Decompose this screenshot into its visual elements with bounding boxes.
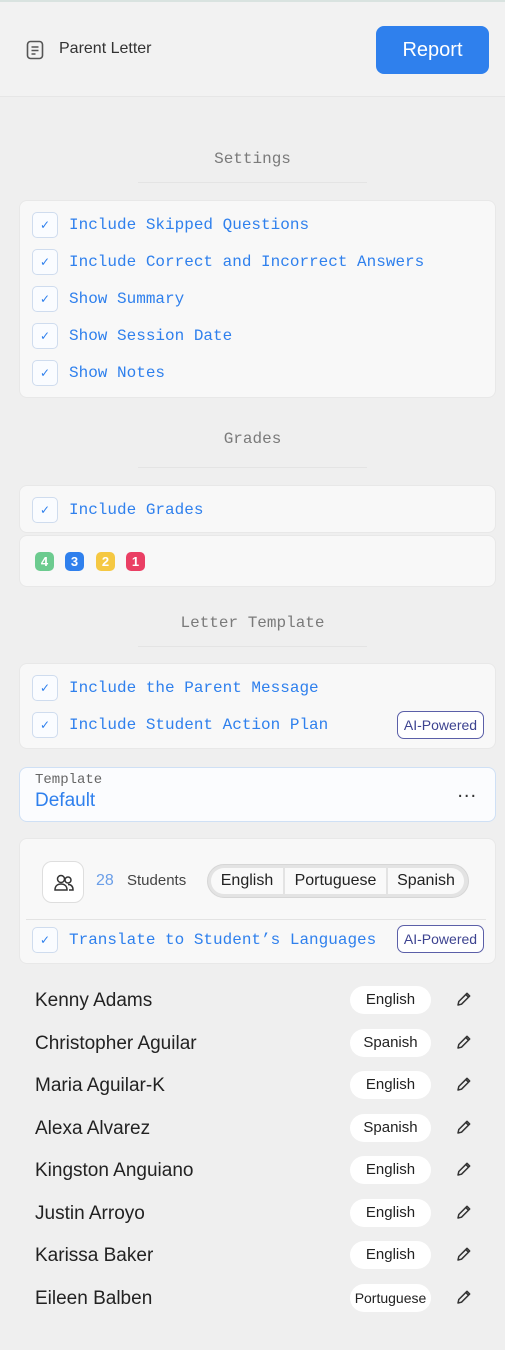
student-name: Eileen Balben [35,1288,153,1309]
student-row: Eileen Balben Portuguese [0,1280,505,1320]
checkbox-checked-icon[interactable]: ✓ [32,675,58,701]
template-select[interactable]: Template Default ... [19,767,496,822]
settings-divider [138,182,367,183]
student-name: Maria Aguilar-K [35,1075,165,1096]
student-row: Christopher Aguilar Spanish [0,1025,505,1065]
option-label: Include Correct and Incorrect Answers [69,253,425,271]
include-grades-card: ✓ Include Grades [19,485,496,533]
grade-chip-1[interactable]: 1 [126,552,145,571]
language-tab-spanish[interactable]: Spanish [388,868,464,894]
grade-chips-card: 4 3 2 1 [19,535,496,587]
grade-chip-3[interactable]: 3 [65,552,84,571]
option-label: Show Notes [69,364,166,382]
students-label: Students [127,872,187,889]
pencil-icon[interactable] [455,1160,473,1178]
student-language-pill[interactable]: English [350,1199,431,1227]
option-include-correct-incorrect[interactable]: ✓ Include Correct and Incorrect Answers [32,249,472,275]
checkbox-checked-icon[interactable]: ✓ [32,712,58,738]
option-show-summary[interactable]: ✓ Show Summary [32,286,472,312]
template-field-value: Default [35,790,96,811]
option-label: Include the Parent Message [69,679,319,697]
people-icon [54,874,74,891]
report-button[interactable]: Report [376,26,489,74]
student-language-pill[interactable]: Spanish [350,1029,431,1057]
page-title: Parent Letter [59,40,152,57]
settings-card: ✓ Include Skipped Questions ✓ Include Co… [19,200,496,398]
students-button[interactable] [42,861,84,903]
student-language-pill[interactable]: English [350,1241,431,1269]
pencil-icon[interactable] [455,1245,473,1263]
pencil-icon[interactable] [455,1203,473,1221]
language-tab-english[interactable]: English [211,868,283,894]
more-options-icon[interactable]: ... [457,780,477,803]
student-name: Justin Arroyo [35,1203,145,1224]
translation-divider [26,919,486,920]
template-field-label: Template [35,772,103,788]
option-label: Translate to Student’s Languages [69,931,377,949]
ai-powered-badge: AI-Powered [397,925,484,953]
checkbox-checked-icon[interactable]: ✓ [32,286,58,312]
pencil-icon[interactable] [455,990,473,1008]
checkbox-checked-icon[interactable]: ✓ [32,212,58,238]
checkbox-checked-icon[interactable]: ✓ [32,497,58,523]
student-name: Kingston Anguiano [35,1160,194,1181]
document-icon [26,40,44,60]
letter-template-card: ✓ Include the Parent Message ✓ Include S… [19,663,496,749]
settings-section-title: Settings [214,150,291,168]
letter-template-divider [138,646,367,647]
option-label: Include Student Action Plan [69,716,329,734]
student-row: Kenny Adams English [0,982,505,1022]
student-language-pill[interactable]: Portuguese [350,1284,431,1312]
student-language-pill[interactable]: English [350,1156,431,1184]
student-row: Kingston Anguiano English [0,1152,505,1192]
student-row: Justin Arroyo English [0,1195,505,1235]
option-include-grades[interactable]: ✓ Include Grades [32,497,472,523]
pencil-icon[interactable] [455,1118,473,1136]
translation-card: 28 Students English Portuguese Spanish ✓… [19,838,496,964]
grades-section-title: Grades [223,430,282,448]
grade-chip-2[interactable]: 2 [96,552,115,571]
option-label: Show Session Date [69,327,233,345]
checkbox-checked-icon[interactable]: ✓ [32,249,58,275]
option-show-notes[interactable]: ✓ Show Notes [32,360,472,386]
pencil-icon[interactable] [455,1288,473,1306]
checkbox-checked-icon[interactable]: ✓ [32,360,58,386]
student-name: Christopher Aguilar [35,1033,197,1054]
student-count: 28 [96,872,114,889]
checkbox-checked-icon[interactable]: ✓ [32,927,58,953]
student-row: Karissa Baker English [0,1237,505,1277]
option-include-parent-message[interactable]: ✓ Include the Parent Message [32,675,472,701]
grade-chip-4[interactable]: 4 [35,552,54,571]
ai-powered-badge: AI-Powered [397,711,484,739]
pencil-icon[interactable] [455,1033,473,1051]
header-bar: Parent Letter Report [0,2,505,97]
student-language-pill[interactable]: English [350,986,431,1014]
language-tab-portuguese[interactable]: Portuguese [285,868,386,894]
pencil-icon[interactable] [455,1075,473,1093]
student-row: Alexa Alvarez Spanish [0,1110,505,1150]
student-name: Karissa Baker [35,1245,154,1266]
option-label: Include Grades [69,501,204,519]
student-language-pill[interactable]: English [350,1071,431,1099]
checkbox-checked-icon[interactable]: ✓ [32,323,58,349]
student-name: Alexa Alvarez [35,1118,151,1139]
student-language-pill[interactable]: Spanish [350,1114,431,1142]
option-include-skipped[interactable]: ✓ Include Skipped Questions [32,212,472,238]
option-label: Show Summary [69,290,185,308]
letter-template-section-title: Letter Template [180,614,325,632]
student-name: Kenny Adams [35,990,153,1011]
language-segmented-control: English Portuguese Spanish [207,864,469,898]
option-label: Include Skipped Questions [69,216,310,234]
grades-divider [138,467,367,468]
student-row: Maria Aguilar-K English [0,1067,505,1107]
option-show-session-date[interactable]: ✓ Show Session Date [32,323,472,349]
